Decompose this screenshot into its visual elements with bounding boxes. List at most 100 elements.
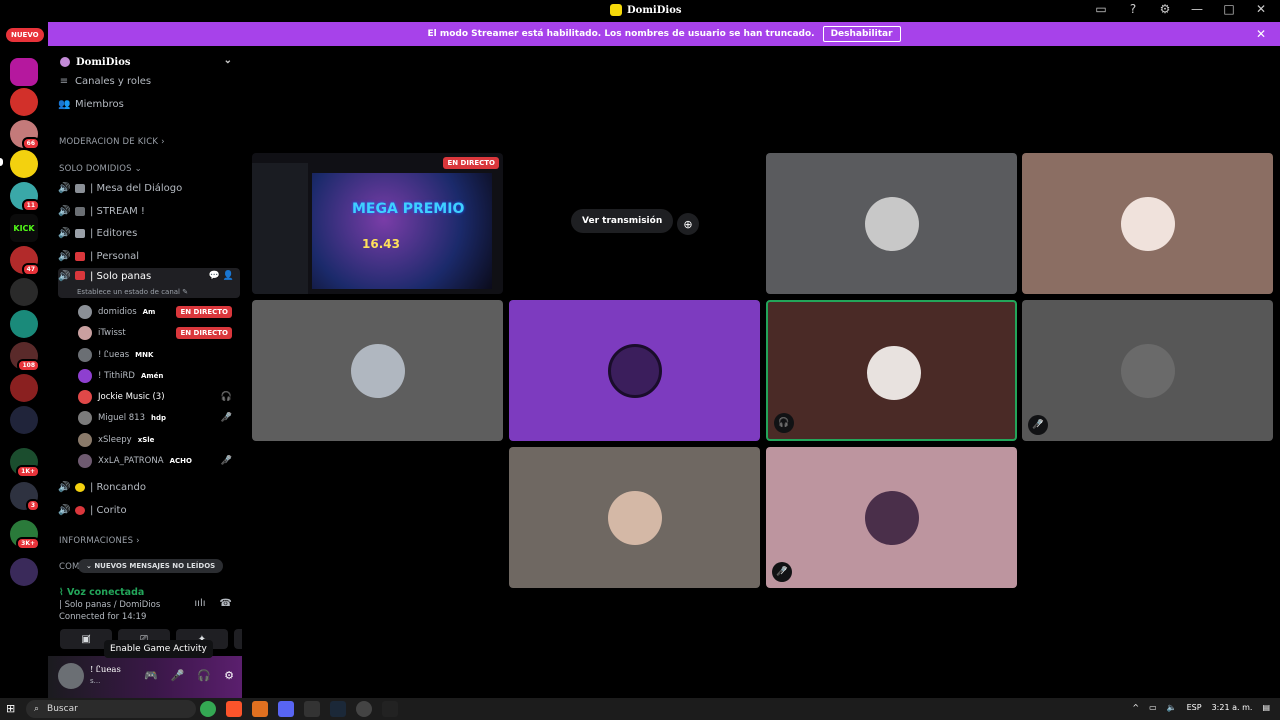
server-icon[interactable] [10,558,38,586]
chat-icon[interactable]: 💬 👤 [209,271,234,281]
voice-channel-roncando[interactable]: 🔊 | Roncando [58,477,240,497]
clock[interactable]: 3:21 a. m. [1212,703,1253,712]
disconnect-icon[interactable]: ☎ [220,598,232,609]
voice-channel-stream[interactable]: 🔊 | STREAM ! [58,201,240,221]
speaker-icon: 🔊 [58,481,71,493]
close-icon[interactable]: ✕ [1256,27,1266,41]
user-name[interactable]: ! Ꮭueas [90,665,121,675]
member-name: ! TithiRD [98,371,135,381]
voice-member[interactable]: Jockie Music (3) 🎧 [78,387,238,407]
voice-member[interactable]: Miguel 813 hdp 🎤̸ [78,408,238,428]
voice-channel-personal[interactable]: 🔊 | Personal [58,246,240,266]
watch-stream-tile[interactable]: Ver transmisión ⊕ [509,153,760,294]
guild-icon [60,57,70,67]
participant-tile-speaking[interactable]: 🎧 [766,300,1017,441]
participant-tile[interactable] [766,153,1017,294]
gear-icon[interactable]: ⚙ [224,669,234,682]
member-name: Miguel 813 [98,413,145,423]
server-icon[interactable]: 1K+ [10,448,40,478]
channel-label: | Mesa del Diálogo [90,182,183,194]
voice-member[interactable]: XxLA_PATRONA ACHO 🎤̸ [78,451,238,471]
headphones-icon[interactable]: 🎧 [197,669,211,682]
microphone-icon[interactable]: 🎤 [171,669,185,682]
server-icon[interactable]: 108 [10,342,40,372]
server-icon[interactable]: 3K+ [10,520,40,550]
voice-member[interactable]: iTwisst EN DIRECTO [78,323,238,343]
voice-connected-status[interactable]: ⌇ Voz conectada [59,587,144,598]
members-link[interactable]: 👥 Miembros [58,94,240,114]
server-icon[interactable]: 47 [10,246,40,276]
stream-tile[interactable]: MEGA PREMIO 16.43 EN DIRECTO [252,153,503,294]
app-icon[interactable] [252,701,268,717]
server-icon[interactable] [10,374,38,402]
minimize-button[interactable]: — [1190,2,1204,16]
avatar [78,390,92,404]
avatar [78,411,92,425]
category-com-label: COM [59,562,80,572]
category-solo[interactable]: SOLO DOMIDIOS ⌄ [59,164,142,174]
windows-start-icon[interactable]: ⊞ [6,702,15,715]
server-icon[interactable] [10,310,38,338]
server-icon[interactable] [10,58,38,86]
watch-stream-button[interactable]: Ver transmisión [571,209,674,233]
discord-icon[interactable] [278,701,294,717]
disable-streamer-button[interactable]: Deshabilitar [822,26,901,42]
voice-channel-path[interactable]: | Solo panas / DomiDios [59,600,160,610]
close-window-button[interactable]: ✕ [1254,2,1268,16]
category-kick[interactable]: MODERACION DE KICK › [59,137,165,147]
app-icon[interactable] [382,701,398,717]
channel-emoji-icon [75,271,85,280]
chrome-icon[interactable] [200,701,216,717]
voice-member[interactable]: domidios Am EN DIRECTO [78,302,238,322]
extra-icon[interactable]: ⚙ [1158,2,1172,16]
server-badge: 3K+ [16,537,40,550]
channel-status-hint[interactable]: Establece un estado de canal ✎ [77,288,188,296]
participant-tile[interactable] [252,300,503,441]
channels-roles-link[interactable]: ≡ Canales y roles [58,71,240,91]
chevron-down-icon[interactable]: ⌄ [224,55,232,66]
kick-server-icon[interactable]: KICK [10,214,38,242]
network-icon[interactable]: ▭ [1149,703,1157,712]
voice-channel-editores[interactable]: 🔊 | Editores [58,223,240,243]
server-icon[interactable] [10,278,38,306]
add-stream-icon[interactable]: ⊕ [677,213,699,235]
voice-member[interactable]: ! TithiRD Amén [78,366,238,386]
brave-icon[interactable] [226,701,242,717]
avatar[interactable] [58,663,84,689]
participant-tile[interactable]: 🎤̸ [766,447,1017,588]
avatar [867,346,921,400]
server-icon[interactable]: 66 [10,120,40,150]
voice-member[interactable]: ! Ꮭueas MNK [78,345,238,365]
server-badge: 66 [21,137,40,150]
voice-channel-corito[interactable]: 🔊 | Corito [58,500,240,520]
app-icon[interactable] [356,701,372,717]
participant-tile[interactable] [509,447,760,588]
unread-messages-pill[interactable]: ⌄ NUEVOS MENSAJES NO LEÍDOS [78,559,224,573]
server-icon[interactable]: 11 [10,182,40,212]
notifications-icon[interactable]: ▤ [1262,703,1270,712]
maximize-button[interactable]: □ [1222,2,1236,16]
avatar [78,326,92,340]
steam-icon[interactable] [330,701,346,717]
category-info[interactable]: INFORMACIONES › [59,536,140,546]
server-icon[interactable]: 3 [10,482,40,512]
inbox-icon[interactable]: ▭ [1094,2,1108,16]
participant-tile[interactable]: 🎤̸ [1022,300,1273,441]
call-grid: MEGA PREMIO 16.43 EN DIRECTO Ver transmi… [242,46,1280,698]
server-icon[interactable] [10,88,38,116]
participant-tile[interactable] [1022,153,1273,294]
server-icon[interactable] [10,150,38,178]
category-com[interactable]: COM [59,562,80,572]
help-icon[interactable]: ? [1126,2,1140,16]
noise-suppression-icon[interactable]: ıılı [194,598,205,609]
game-icon[interactable]: 🎮 [144,669,158,682]
obs-icon[interactable] [304,701,320,717]
language-indicator[interactable]: ESP [1187,703,1202,712]
voice-channel-mesa[interactable]: 🔊 | Mesa del Diálogo [58,178,240,198]
volume-icon[interactable]: 🔈 [1167,703,1177,712]
participant-tile[interactable] [509,300,760,441]
voice-member[interactable]: xSleepy xSle [78,430,238,450]
taskbar-search[interactable]: ⌕ Buscar [26,700,196,718]
chevron-up-icon[interactable]: ^ [1132,703,1139,712]
server-icon[interactable] [10,406,38,434]
